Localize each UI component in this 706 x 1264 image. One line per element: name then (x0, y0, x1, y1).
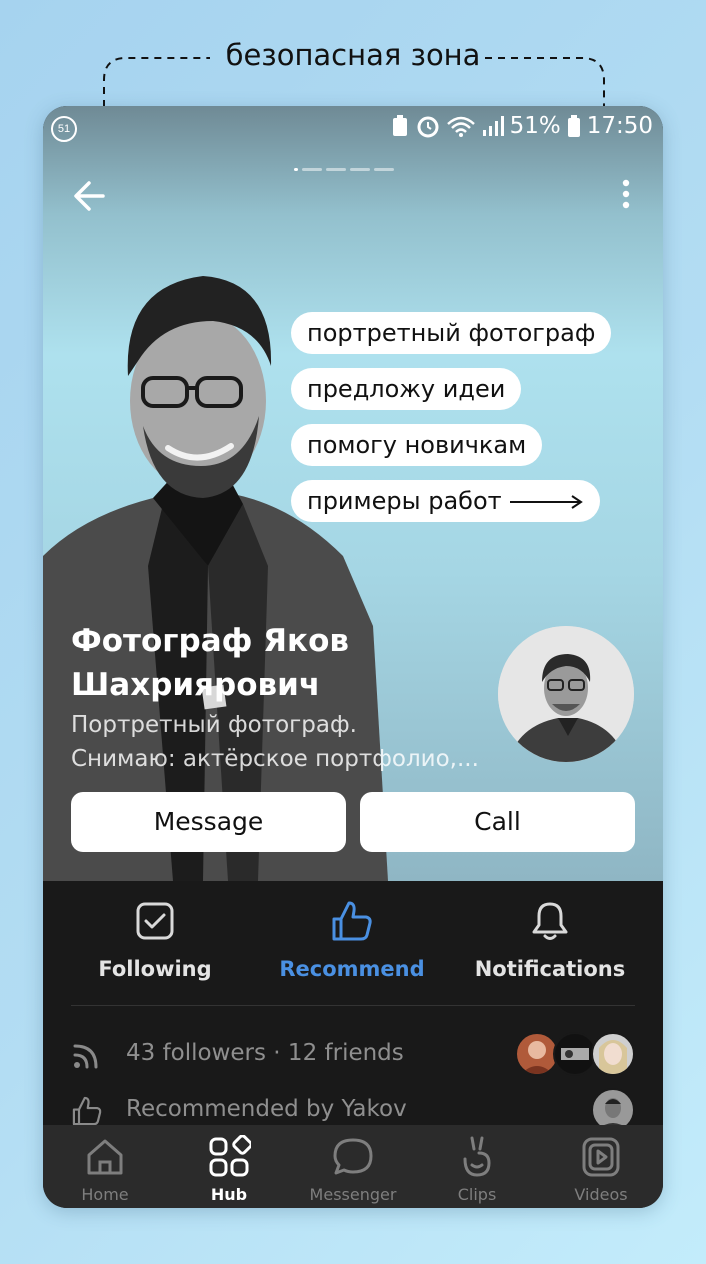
story-segment (350, 168, 370, 171)
battery-percent: 51% (509, 113, 561, 139)
description-line: Снимаю: актёрское портфолио,... (71, 746, 479, 772)
rss-icon (73, 1044, 98, 1069)
avatar[interactable] (498, 626, 634, 762)
back-arrow-icon[interactable] (71, 176, 111, 216)
nav-messenger[interactable]: Messenger (291, 1135, 415, 1204)
following-action[interactable]: Following (55, 899, 255, 981)
notifications-action[interactable]: Notifications (450, 899, 650, 981)
recommender-avatar-photo (597, 1098, 629, 1130)
nav-messenger-label: Messenger (309, 1185, 397, 1204)
nav-hub-label: Hub (210, 1185, 248, 1204)
nav-home-label: Home (81, 1185, 129, 1204)
story-segment (302, 168, 322, 171)
friend-avatar (591, 1032, 635, 1076)
battery-icon (567, 115, 580, 137)
nav-videos[interactable]: Videos (539, 1135, 663, 1204)
nav-clips[interactable]: Clips (415, 1135, 539, 1204)
notification-badge: 51 (51, 116, 77, 142)
profile-name-line: Фотограф Яков (71, 623, 349, 659)
story-segment (374, 168, 394, 171)
checkbox-icon (136, 902, 174, 940)
nav-home[interactable]: Home (43, 1135, 167, 1204)
divider (71, 1005, 635, 1006)
friend-avatar-photo (599, 1040, 627, 1074)
avatar-photo (498, 626, 634, 762)
wifi-icon (446, 116, 475, 137)
recommended-text: Recommended by Yakov (126, 1096, 407, 1122)
bottom-navigation: Home Hub Messenger Clips Videos (43, 1125, 663, 1208)
story-progress (294, 168, 394, 171)
thumbs-up-icon (332, 901, 372, 941)
following-label: Following (98, 957, 212, 981)
thumbs-up-icon (72, 1096, 102, 1126)
recommend-action[interactable]: Recommend (252, 899, 452, 981)
tag-pill: помогу новичкам (291, 424, 543, 466)
profile-cover: 51 51% 17:50 портретный фотограф предлож… (43, 106, 663, 881)
message-button[interactable]: Message (71, 792, 346, 852)
friends-avatars (515, 1032, 635, 1076)
signal-icon (482, 116, 504, 136)
nav-clips-label: Clips (457, 1185, 497, 1204)
friend-avatar-photo (561, 1048, 589, 1060)
tag-pill: предложу идеи (291, 368, 522, 410)
clips-icon (463, 1136, 491, 1177)
profile-name: Фотограф Яков Шахриярович (71, 619, 471, 707)
profile-actions: Following Recommend Notifications (43, 881, 663, 1006)
photographer-photo (43, 276, 388, 881)
story-segment (326, 168, 346, 171)
recommend-label: Recommend (279, 957, 425, 981)
profile-description[interactable]: Портретный фотограф. Снимаю: актёрское п… (71, 708, 491, 776)
home-icon (87, 1139, 123, 1175)
story-segment (294, 168, 298, 171)
bell-icon (532, 902, 568, 940)
friend-avatar-photo (521, 1041, 553, 1074)
tag-pill: портретный фотограф (291, 312, 612, 354)
tag-pill-label: примеры работ (307, 487, 502, 515)
battery-saver-icon (392, 115, 407, 136)
description-line: Портретный фотограф. (71, 712, 357, 738)
nav-hub[interactable]: Hub (167, 1135, 291, 1204)
chat-icon (333, 1138, 373, 1175)
followers-text: 43 followers · 12 friends (126, 1040, 404, 1066)
call-button[interactable]: Call (360, 792, 635, 852)
profile-name-line: Шахриярович (71, 667, 321, 703)
followers-row[interactable]: 43 followers · 12 friends (71, 1032, 635, 1076)
nav-videos-label: Videos (574, 1185, 628, 1204)
hub-icon (209, 1135, 251, 1177)
status-bar: 51 51% 17:50 (43, 106, 663, 148)
video-icon (582, 1137, 620, 1177)
clock: 17:50 (586, 113, 653, 139)
notifications-label: Notifications (474, 957, 626, 981)
long-arrow-icon (509, 495, 583, 509)
more-options-icon[interactable] (617, 178, 635, 214)
phone-screen: 51 51% 17:50 портретный фотограф предлож… (43, 106, 663, 1208)
alarm-icon (417, 116, 439, 138)
tag-pill-with-arrow[interactable]: примеры работ (291, 480, 600, 522)
